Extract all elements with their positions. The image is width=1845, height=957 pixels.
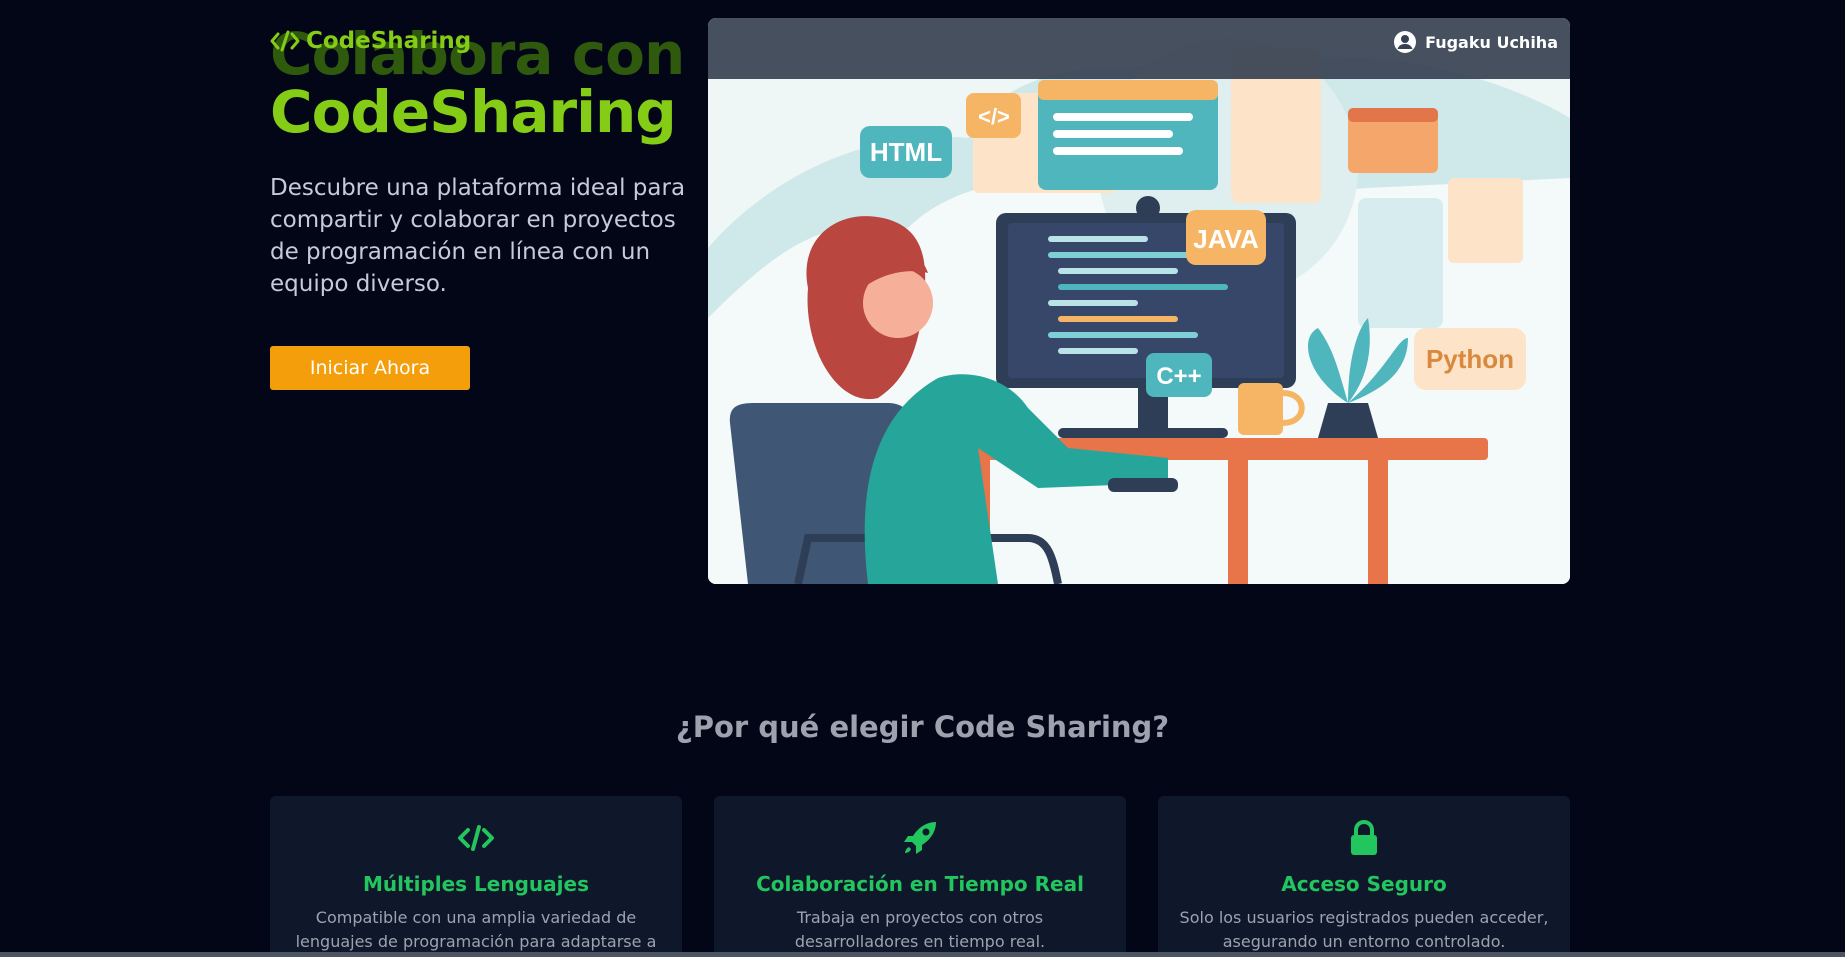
- feature-title: Colaboración en Tiempo Real: [756, 872, 1084, 896]
- tag-html: HTML: [870, 137, 942, 167]
- section-title: ¿Por qué elegir Code Sharing?: [675, 710, 1170, 744]
- hero-illustration: HTML </> JAVA C++ Python Fugaku Uchiha: [708, 18, 1570, 584]
- feature-card-realtime: Colaboración en Tiempo Real Trabaja en p…: [714, 796, 1126, 957]
- feature-card-security: Acceso Seguro Solo los usuarios registra…: [1158, 796, 1570, 957]
- user-menu[interactable]: Fugaku Uchiha: [1393, 26, 1558, 58]
- feature-description: Solo los usuarios registrados pueden acc…: [1179, 908, 1549, 951]
- user-icon: [1394, 31, 1417, 53]
- navbar: Fugaku Uchiha: [708, 18, 1570, 79]
- hero-title: CodeSharing: [270, 78, 677, 146]
- features-grid: Múltiples Lenguajes Compatible con una a…: [270, 796, 1570, 957]
- code-icon: [458, 825, 494, 851]
- start-now-button[interactable]: Iniciar Ahora: [270, 346, 470, 390]
- feature-description: Trabaja en proyectos con otros desarroll…: [794, 908, 1046, 951]
- brand-logo[interactable]: CodeSharing: [270, 26, 471, 56]
- rocket-icon: [904, 822, 936, 854]
- feature-title: Acceso Seguro: [1281, 872, 1447, 896]
- feature-card-languages: Múltiples Lenguajes Compatible con una a…: [270, 796, 682, 957]
- landing-page: Colabora con CodeSharing Descubre una pl…: [0, 0, 1845, 957]
- feature-description: Compatible con una amplia variedad de le…: [295, 908, 657, 957]
- developer-illustration: HTML </> JAVA C++ Python: [708, 18, 1570, 584]
- hero-subtitle: Descubre una plataforma ideal para compa…: [270, 175, 686, 297]
- brand-name: CodeSharing: [306, 28, 472, 54]
- code-icon: [270, 30, 300, 52]
- horizontal-scrollbar[interactable]: [0, 952, 1845, 957]
- tag-python: Python: [1426, 344, 1514, 374]
- tag-code: </>: [978, 104, 1010, 129]
- tag-java: JAVA: [1193, 224, 1259, 254]
- user-name: Fugaku Uchiha: [1425, 32, 1558, 52]
- lock-icon: [1351, 819, 1377, 855]
- feature-title: Múltiples Lenguajes: [363, 872, 589, 896]
- tag-cpp: C++: [1156, 363, 1201, 390]
